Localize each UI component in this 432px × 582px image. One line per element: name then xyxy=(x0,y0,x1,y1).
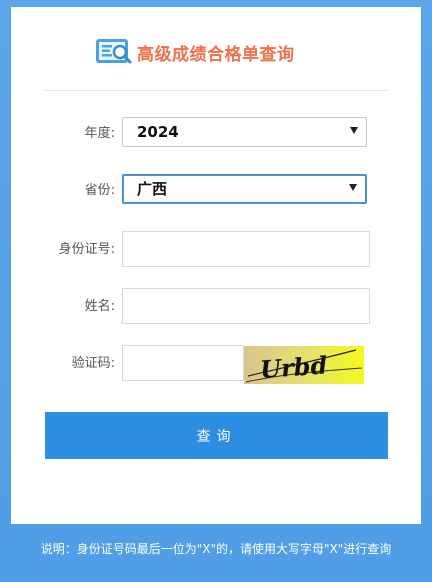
captcha-image[interactable]: Urbd xyxy=(244,346,364,384)
captcha-row: 验证码: Urbd xyxy=(11,345,421,384)
province-label: 省份: xyxy=(84,183,115,198)
page-title: 高级成绩合格单查询 xyxy=(137,44,295,65)
province-value: 广西 xyxy=(137,180,168,198)
captcha-input[interactable] xyxy=(122,345,244,381)
year-label: 年度: xyxy=(84,126,115,141)
captcha-label: 验证码: xyxy=(71,356,115,371)
year-select[interactable]: 2024 xyxy=(122,117,367,147)
id-label: 身份证号: xyxy=(58,242,115,257)
captcha-text: Urbd xyxy=(259,350,328,384)
query-button[interactable]: 查询 xyxy=(45,412,388,459)
dropdown-arrow-icon xyxy=(349,184,357,191)
year-value: 2024 xyxy=(137,123,179,141)
id-number-input[interactable] xyxy=(122,231,370,267)
divider xyxy=(45,90,387,91)
query-card: 高级成绩合格单查询 年度: 2024 省份: 广西 身份证号: 姓名: 验证码:… xyxy=(11,7,421,524)
dropdown-arrow-icon xyxy=(350,127,358,134)
province-row: 省份: 广西 xyxy=(11,172,421,210)
province-select[interactable]: 广西 xyxy=(122,174,367,204)
name-label: 姓名: xyxy=(84,299,115,314)
footer-note: 说明：身份证号码最后一位为"X"的，请使用大写字母"X"进行查询 xyxy=(40,542,392,556)
header: 高级成绩合格单查询 xyxy=(95,35,295,69)
year-row: 年度: 2024 xyxy=(11,115,421,153)
search-doc-icon xyxy=(95,37,135,67)
name-row: 姓名: xyxy=(11,288,421,326)
name-input[interactable] xyxy=(122,288,370,324)
id-row: 身份证号: xyxy=(11,231,421,269)
